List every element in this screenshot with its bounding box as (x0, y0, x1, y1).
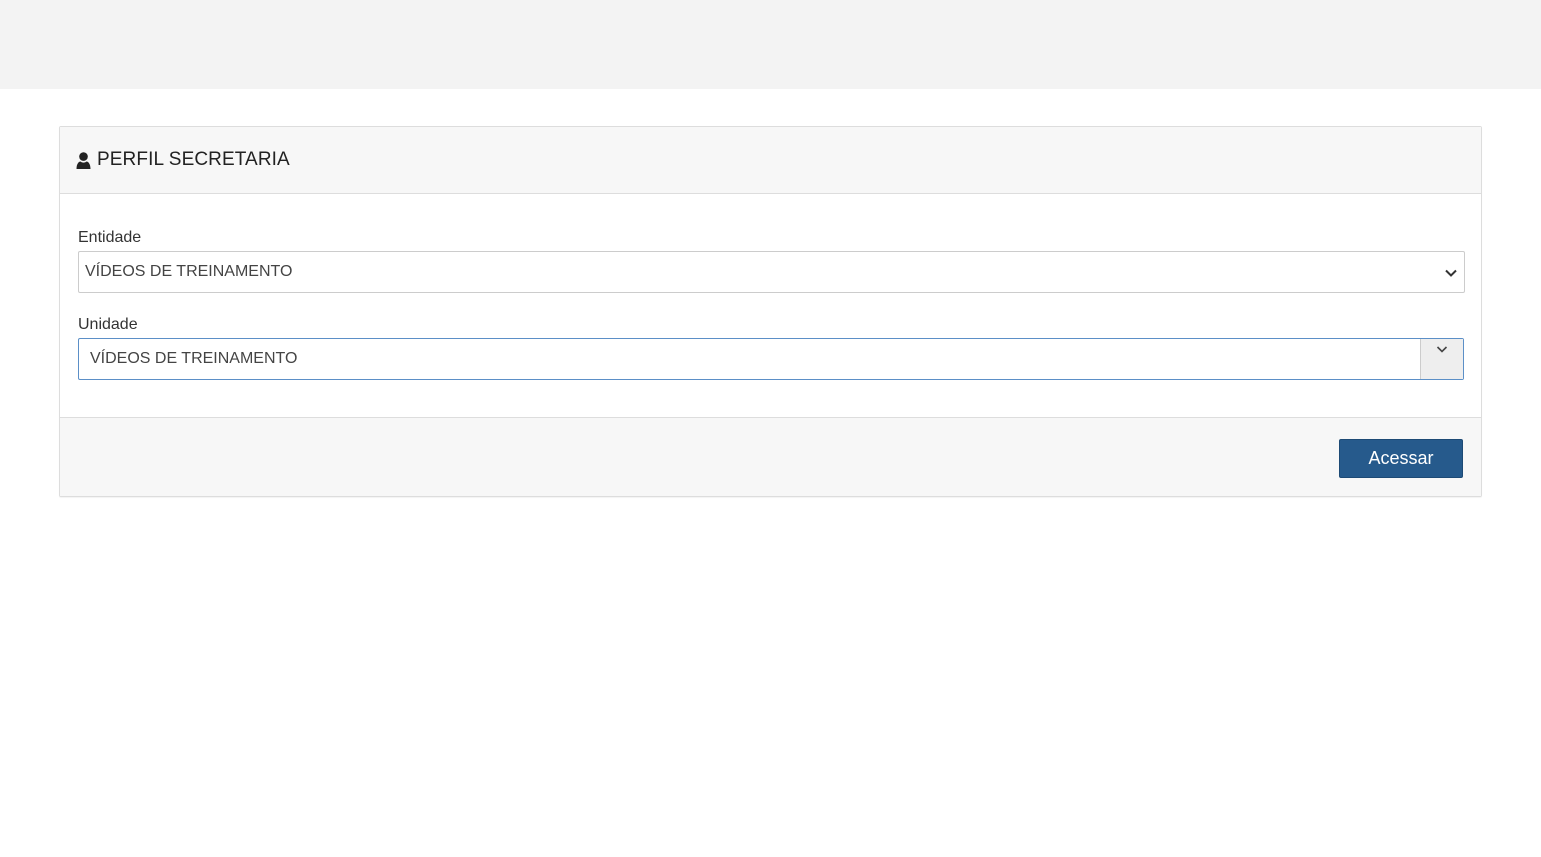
unidade-select[interactable]: VÍDEOS DE TREINAMENTO (78, 338, 1464, 380)
entidade-label: Entidade (78, 229, 142, 246)
panel-title-text: PERFIL SECRETARIA (97, 149, 290, 170)
unidade-selected-value: VÍDEOS DE TREINAMENTO (90, 350, 298, 367)
chevron-down-icon (1436, 346, 1448, 353)
profile-panel: PERFIL SECRETARIA Entidade VÍDEOS DE TRE… (59, 126, 1482, 497)
entidade-selected-value: VÍDEOS DE TREINAMENTO (85, 263, 293, 280)
chevron-down-icon (1444, 266, 1458, 280)
top-bar (0, 0, 1541, 89)
panel-footer: Acessar (60, 417, 1481, 496)
acessar-button[interactable]: Acessar (1339, 439, 1463, 478)
unidade-label: Unidade (78, 316, 138, 333)
panel-heading: PERFIL SECRETARIA (60, 127, 1481, 194)
panel-body: Entidade VÍDEOS DE TREINAMENTO Unidade V… (60, 194, 1481, 417)
entidade-group: Entidade VÍDEOS DE TREINAMENTO (78, 228, 1465, 293)
unidade-dropdown-toggle[interactable] (1420, 339, 1463, 379)
panel-title: PERFIL SECRETARIA (76, 149, 290, 171)
unidade-group: Unidade VÍDEOS DE TREINAMENTO (78, 315, 1464, 380)
entidade-select[interactable]: VÍDEOS DE TREINAMENTO (78, 251, 1465, 293)
user-icon (76, 151, 91, 169)
